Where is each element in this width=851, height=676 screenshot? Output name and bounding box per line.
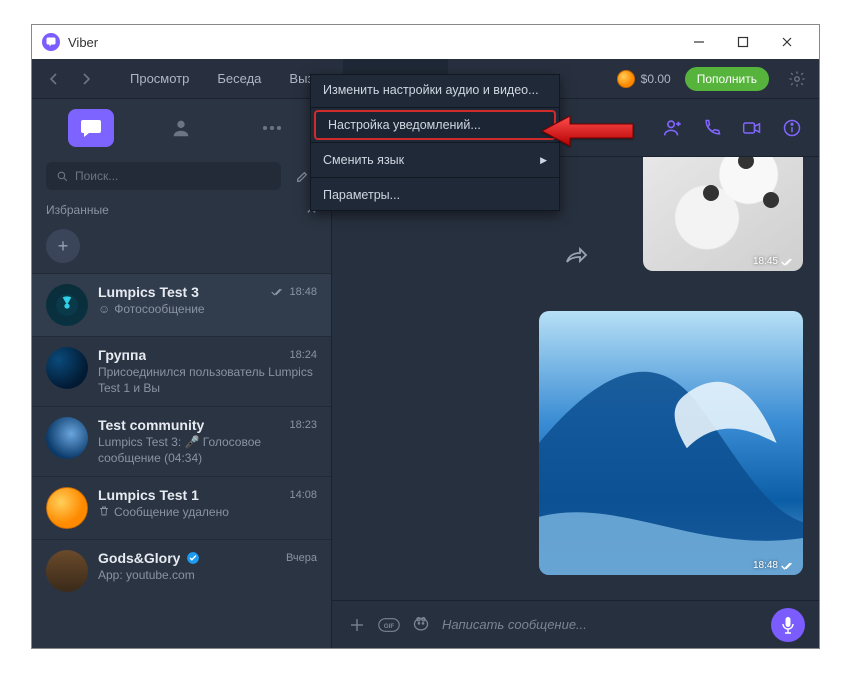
search-input[interactable]: Поиск... [46, 162, 281, 190]
call-icon[interactable] [701, 117, 723, 139]
favorites-label: Избранные [46, 203, 109, 217]
tab-chats[interactable] [68, 109, 114, 147]
chat-preview: ☺ Фотосообщение [98, 302, 317, 318]
chat-item[interactable]: Группа 18:24 Присоединился пользователь … [32, 336, 331, 406]
info-icon[interactable] [781, 117, 803, 139]
sidebar-tabs [32, 99, 331, 157]
close-button[interactable] [765, 27, 809, 57]
search-placeholder: Поиск... [75, 169, 118, 183]
favorites-header[interactable]: Избранные [32, 195, 331, 225]
message-time: 18:45 [753, 256, 795, 267]
verified-icon [186, 551, 200, 565]
dropdown-item-language[interactable]: Сменить язык ▶ [311, 145, 559, 175]
svg-text:GIF: GIF [384, 623, 395, 630]
search-row: Поиск... [32, 157, 331, 195]
annotation-arrow [540, 114, 635, 153]
chat-preview: App: youtube.com [98, 568, 317, 584]
chat-time: Вчера [286, 552, 317, 564]
chat-name: Lumpics Test 1 [98, 487, 199, 503]
tab-more[interactable] [249, 109, 295, 147]
image-message[interactable]: 18:45 [643, 157, 803, 271]
avatar [46, 487, 88, 529]
read-check-icon [781, 257, 795, 267]
minimize-button[interactable] [677, 27, 721, 57]
menu-view[interactable]: Просмотр [118, 59, 201, 99]
submenu-arrow-icon: ▶ [540, 155, 547, 166]
viber-out-icon [617, 70, 635, 88]
topup-button[interactable]: Пополнить [685, 67, 769, 91]
nav-forward-button[interactable] [72, 65, 100, 93]
trash-icon [98, 505, 110, 517]
avatar [46, 284, 88, 326]
image-message[interactable]: 18:48 [539, 311, 803, 575]
chat-name: Lumpics Test 3 [98, 284, 199, 300]
chat-time: 18:23 [289, 419, 317, 431]
attach-icon[interactable] [346, 614, 368, 636]
nav-back-button[interactable] [40, 65, 68, 93]
messages[interactable]: 18:45 18:48 [332, 157, 819, 600]
chat-time: 18:48 [271, 286, 317, 298]
orange-icon [46, 487, 88, 529]
chat-item[interactable]: Lumpics Test 3 18:48 ☺ Фотосообщение [32, 273, 331, 336]
voice-message-button[interactable] [771, 608, 805, 642]
menu-chat[interactable]: Беседа [205, 59, 273, 99]
tab-contacts[interactable] [158, 109, 204, 147]
titlebar: Viber [32, 25, 819, 59]
chat-time: 14:08 [289, 489, 317, 501]
video-icon[interactable] [741, 117, 763, 139]
dropdown-item-av-settings[interactable]: Изменить настройки аудио и видео... [311, 75, 559, 105]
dropdown-item-options[interactable]: Параметры... [311, 180, 559, 210]
message-input[interactable]: Написать сообщение... [442, 617, 761, 632]
settings-gear-icon[interactable] [783, 70, 811, 88]
avatar [46, 347, 88, 389]
add-user-icon[interactable] [661, 117, 683, 139]
chat-name: Группа [98, 347, 146, 363]
window-title: Viber [68, 35, 98, 50]
emoji-icon: ☺ [98, 302, 110, 318]
chat-list: Lumpics Test 3 18:48 ☺ Фотосообщение [32, 273, 331, 648]
add-favorite-button[interactable]: + [46, 229, 80, 263]
read-check-icon [271, 287, 285, 297]
message-time: 18:48 [753, 560, 795, 571]
avatar [46, 550, 88, 592]
chat-item[interactable]: Test community 18:23 Lumpics Test 3: 🎤 Г… [32, 406, 331, 476]
chat-preview: Присоединился пользователь Lumpics Test … [98, 365, 317, 396]
chat-preview: Сообщение удалено [98, 505, 317, 521]
tools-dropdown: Изменить настройки аудио и видео... Наст… [310, 74, 560, 211]
chat-item[interactable]: Gods&Glory Вчера App: youtube.com [32, 539, 331, 602]
avatar [46, 417, 88, 459]
balance-amount: $0.00 [641, 72, 671, 86]
balance-display[interactable]: $0.00 [617, 70, 671, 88]
chat-name: Test community [98, 417, 204, 433]
sticker-icon[interactable] [410, 614, 432, 636]
sidebar: Поиск... Избранные + [32, 99, 332, 648]
search-icon [56, 170, 69, 183]
dropdown-item-notifications[interactable]: Настройка уведомлений... [314, 110, 556, 140]
forward-icon[interactable] [564, 247, 588, 272]
chat-time: 18:24 [289, 349, 317, 361]
composer: GIF Написать сообщение... [332, 600, 819, 648]
chat-item[interactable]: Lumpics Test 1 14:08 Сообщение удалено [32, 476, 331, 539]
read-check-icon [781, 561, 795, 571]
chat-preview: Lumpics Test 3: 🎤 Голосовое сообщение (0… [98, 435, 317, 466]
maximize-button[interactable] [721, 27, 765, 57]
viber-logo-icon [42, 33, 60, 51]
chat-name: Gods&Glory [98, 550, 180, 566]
gif-icon[interactable]: GIF [378, 614, 400, 636]
